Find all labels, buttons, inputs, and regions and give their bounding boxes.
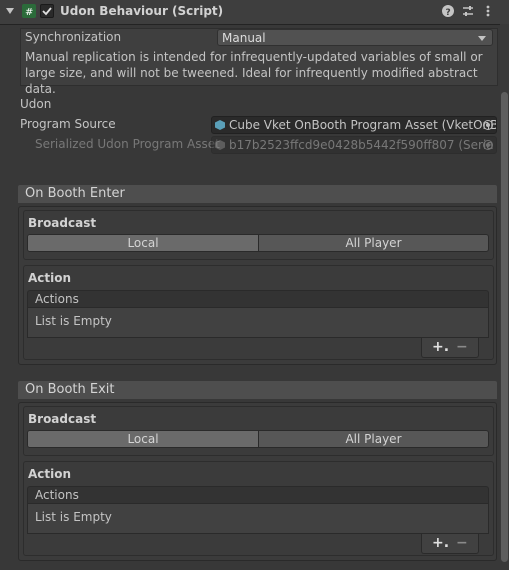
broadcast-option-local[interactable]: Local	[28, 431, 259, 447]
action-label: Action	[28, 467, 72, 481]
broadcast-option-local[interactable]: Local	[28, 235, 259, 251]
component-header[interactable]: # Udon Behaviour (Script) ?	[0, 0, 509, 25]
actions-list-body: List is Empty	[27, 308, 489, 338]
list-empty-text: List is Empty	[35, 314, 112, 328]
actions-list-header: Actions	[27, 486, 489, 504]
svg-text:?: ?	[446, 8, 451, 18]
broadcast-toggle[interactable]: Local All Player	[27, 234, 489, 252]
scrollbar-thumb[interactable]	[501, 92, 508, 562]
program-source-label: Program Source	[20, 117, 116, 131]
broadcast-option-all-player[interactable]: All Player	[259, 431, 488, 447]
section-on-booth-enter[interactable]: On Booth Enter	[18, 185, 497, 203]
help-icon[interactable]: ?	[441, 4, 455, 18]
object-picker-icon	[483, 140, 493, 150]
actions-list-title: Actions	[35, 292, 79, 306]
synchronization-dropdown[interactable]: Manual	[217, 29, 493, 46]
broadcast-label: Broadcast	[28, 216, 97, 230]
broadcast-label: Broadcast	[28, 412, 97, 426]
udon-heading: Udon	[20, 97, 52, 111]
enabled-checkbox[interactable]	[40, 4, 54, 18]
list-empty-text: List is Empty	[35, 510, 112, 524]
list-footer: +. −	[421, 338, 479, 358]
list-footer: +. −	[421, 534, 479, 554]
serialized-program-field: b17b2523ffcd9e0428b5442f590ff807 (Seria	[211, 136, 497, 154]
component-title: Udon Behaviour (Script)	[60, 4, 224, 18]
section-title: On Booth Exit	[25, 382, 115, 397]
serialized-program-value: b17b2523ffcd9e0428b5442f590ff807 (Seria	[229, 138, 494, 152]
add-item-button[interactable]: +.	[432, 339, 449, 355]
synchronization-label: Synchronization	[25, 30, 122, 44]
section-title: On Booth Enter	[25, 186, 125, 201]
udon-asset-icon	[215, 120, 225, 130]
actions-list-header: Actions	[27, 290, 489, 308]
actions-list-title: Actions	[35, 488, 79, 502]
serialized-program-label: Serialized Udon Program Asset	[35, 137, 220, 151]
section-on-booth-exit[interactable]: On Booth Exit	[18, 381, 497, 399]
synchronization-value: Manual	[222, 31, 266, 45]
add-item-button[interactable]: +.	[432, 535, 449, 551]
script-icon: #	[22, 4, 36, 18]
action-label: Action	[28, 271, 72, 285]
synchronization-description: Manual replication is intended for infre…	[25, 50, 483, 96]
svg-text:#: #	[25, 7, 33, 18]
udon-asset-icon	[215, 140, 225, 150]
broadcast-option-all-player[interactable]: All Player	[259, 235, 488, 251]
remove-item-button[interactable]: −	[456, 339, 468, 355]
program-source-field[interactable]: Cube Vket OnBooth Program Asset (VketOnB	[211, 116, 497, 134]
presets-icon[interactable]	[461, 4, 475, 18]
object-picker-icon[interactable]	[483, 120, 493, 130]
actions-list-body: List is Empty	[27, 504, 489, 534]
program-source-value: Cube Vket OnBooth Program Asset (VketOnB	[229, 118, 497, 132]
more-options-icon[interactable]	[481, 4, 495, 18]
broadcast-toggle[interactable]: Local All Player	[27, 430, 489, 448]
remove-item-button[interactable]: −	[456, 535, 468, 551]
chevron-down-icon	[478, 36, 486, 41]
foldout-arrow-icon[interactable]	[6, 8, 14, 14]
